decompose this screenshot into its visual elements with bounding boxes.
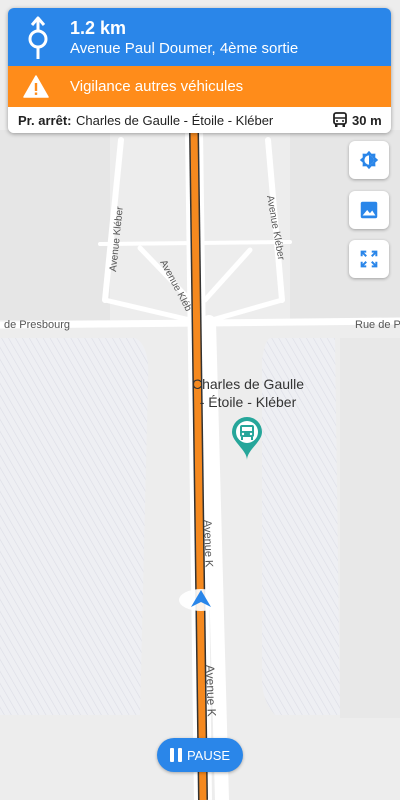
- maneuver-panel[interactable]: 1.2 km Avenue Paul Doumer, 4ème sortie: [8, 8, 391, 66]
- street-label-presbourg-right: Rue de Pres: [355, 319, 400, 331]
- pause-label: PAUSE: [186, 747, 231, 763]
- fullscreen-button[interactable]: [349, 240, 389, 278]
- fullscreen-icon: [360, 250, 378, 268]
- current-position-marker: [179, 589, 223, 611]
- pause-button[interactable]: PAUSE: [157, 738, 243, 772]
- pedestrian-zone-left: [0, 338, 149, 715]
- roundabout-exit-icon: [28, 16, 48, 59]
- bus-icon: [333, 112, 347, 127]
- next-stop-bar[interactable]: Pr. arrêt: Charles de Gaulle - Étoile - …: [8, 107, 391, 133]
- next-stop-name: Charles de Gaulle - Étoile - Kléber: [76, 113, 274, 128]
- pause-icon: [169, 748, 182, 762]
- street-label-route-lower: Avenue K: [203, 665, 219, 717]
- maneuver-street: Avenue Paul Doumer, 4ème sortie: [70, 40, 299, 57]
- street-label-presbourg-left: de Presbourg: [4, 319, 70, 331]
- street-label-route-upper: Avenue K: [201, 520, 215, 569]
- image-icon: [360, 201, 378, 219]
- brightness-icon: [359, 150, 379, 170]
- warning-text: Vigilance autres véhicules: [70, 78, 244, 95]
- warning-banner: Vigilance autres véhicules: [8, 66, 391, 107]
- stop-label-line1: Charles de Gaulle: [192, 376, 304, 392]
- next-stop-prefix: Pr. arrêt:: [18, 113, 72, 128]
- maneuver-distance: 1.2 km: [70, 18, 127, 38]
- next-stop-distance: 30 m: [352, 113, 382, 128]
- day-night-button[interactable]: [349, 141, 389, 179]
- navigation-card: 1.2 km Avenue Paul Doumer, 4ème sortie V…: [8, 8, 391, 133]
- warning-triangle-icon: [23, 75, 49, 98]
- map-style-button[interactable]: [349, 191, 389, 229]
- stop-label-line2: - Étoile - Kléber: [200, 394, 297, 410]
